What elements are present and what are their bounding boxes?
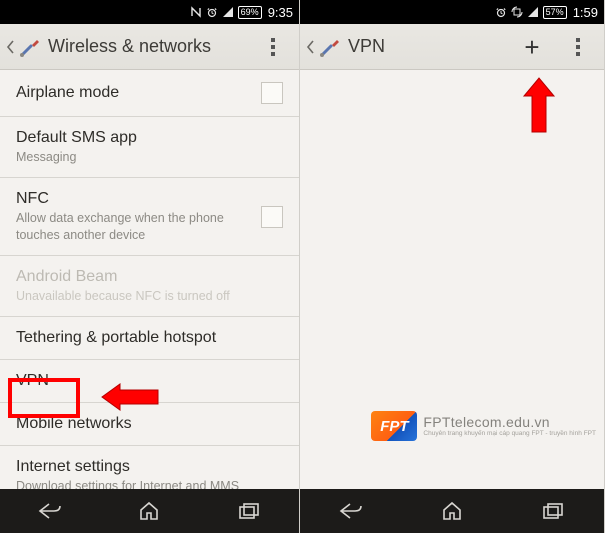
nav-recent-button[interactable]: [219, 495, 279, 527]
recent-apps-icon: [237, 502, 261, 520]
action-bar: VPN +: [300, 24, 604, 70]
back-button[interactable]: [306, 35, 342, 59]
status-bar: 69% 9:35: [0, 0, 299, 24]
row-tethering[interactable]: Tethering & portable hotspot: [0, 317, 299, 360]
nfc-checkbox[interactable]: [261, 206, 283, 228]
nav-back-button[interactable]: [20, 495, 80, 527]
row-title: Default SMS app: [16, 129, 283, 147]
watermark: FPT FPTtelecom.edu.vn Chuyên trang khuyế…: [371, 411, 596, 441]
action-bar: Wireless & networks: [0, 24, 299, 70]
row-mobile-networks[interactable]: Mobile networks: [0, 403, 299, 446]
watermark-tagline: Chuyên trang khuyến mại cáp quang FPT - …: [423, 430, 596, 437]
page-title: Wireless & networks: [48, 36, 211, 57]
row-internet-settings[interactable]: Internet settings Download settings for …: [0, 446, 299, 489]
battery-indicator: 57%: [543, 6, 567, 19]
row-airplane-mode[interactable]: Airplane mode: [0, 70, 299, 117]
navigation-bar: [0, 489, 299, 533]
clock: 1:59: [573, 5, 598, 20]
recent-apps-icon: [541, 502, 565, 520]
row-subtitle: Unavailable because NFC is turned off: [16, 288, 283, 304]
nav-home-button[interactable]: [119, 495, 179, 527]
overflow-icon: [271, 38, 275, 56]
status-bar: 57% 1:59: [300, 0, 604, 24]
battery-indicator: 69%: [238, 6, 262, 19]
plus-icon: +: [524, 34, 539, 60]
signal-icon: [222, 6, 234, 18]
navigation-bar: [300, 489, 604, 533]
row-default-sms[interactable]: Default SMS app Messaging: [0, 117, 299, 178]
row-subtitle: Allow data exchange when the phone touch…: [16, 210, 253, 243]
chevron-left-icon: [306, 39, 316, 55]
settings-tools-icon: [318, 35, 342, 59]
row-title: Airplane mode: [16, 84, 253, 102]
row-title: VPN: [16, 372, 283, 390]
row-title: NFC: [16, 190, 253, 208]
overflow-menu-button[interactable]: [558, 27, 598, 67]
vpn-content: FPT FPTtelecom.edu.vn Chuyên trang khuyế…: [300, 70, 604, 489]
nav-home-button[interactable]: [422, 495, 482, 527]
row-title: Mobile networks: [16, 415, 283, 433]
page-title: VPN: [348, 36, 385, 57]
watermark-domain: FPTtelecom.edu.vn: [423, 415, 596, 430]
home-icon: [138, 501, 160, 521]
row-subtitle: Download settings for Internet and MMS: [16, 478, 283, 489]
row-subtitle: Messaging: [16, 149, 283, 165]
chevron-left-icon: [6, 39, 16, 55]
home-icon: [441, 501, 463, 521]
overflow-menu-button[interactable]: [253, 27, 293, 67]
row-title: Tethering & portable hotspot: [16, 329, 283, 347]
add-vpn-button[interactable]: +: [512, 27, 552, 67]
signal-icon: [527, 6, 539, 18]
overflow-icon: [576, 38, 580, 56]
settings-tools-icon: [18, 35, 42, 59]
nav-back-button[interactable]: [321, 495, 381, 527]
phone-vpn: 57% 1:59 VPN + FPT FPT: [300, 0, 605, 533]
airplane-checkbox[interactable]: [261, 82, 283, 104]
clock: 9:35: [268, 5, 293, 20]
nav-recent-button[interactable]: [523, 495, 583, 527]
row-title: Android Beam: [16, 268, 283, 286]
nfc-status-icon: [190, 6, 202, 18]
back-icon: [37, 501, 63, 521]
alarm-icon: [495, 6, 507, 18]
row-vpn[interactable]: VPN: [0, 360, 299, 403]
row-android-beam: Android Beam Unavailable because NFC is …: [0, 256, 299, 317]
back-icon: [338, 501, 364, 521]
settings-list: Airplane mode Default SMS app Messaging …: [0, 70, 299, 489]
back-button[interactable]: [6, 35, 42, 59]
fpt-logo: FPT: [371, 411, 417, 441]
row-nfc[interactable]: NFC Allow data exchange when the phone t…: [0, 178, 299, 256]
row-title: Internet settings: [16, 458, 283, 476]
autorotate-icon: [511, 6, 523, 18]
alarm-icon: [206, 6, 218, 18]
phone-wireless-networks: 69% 9:35 Wireless & networks Airplane mo…: [0, 0, 300, 533]
